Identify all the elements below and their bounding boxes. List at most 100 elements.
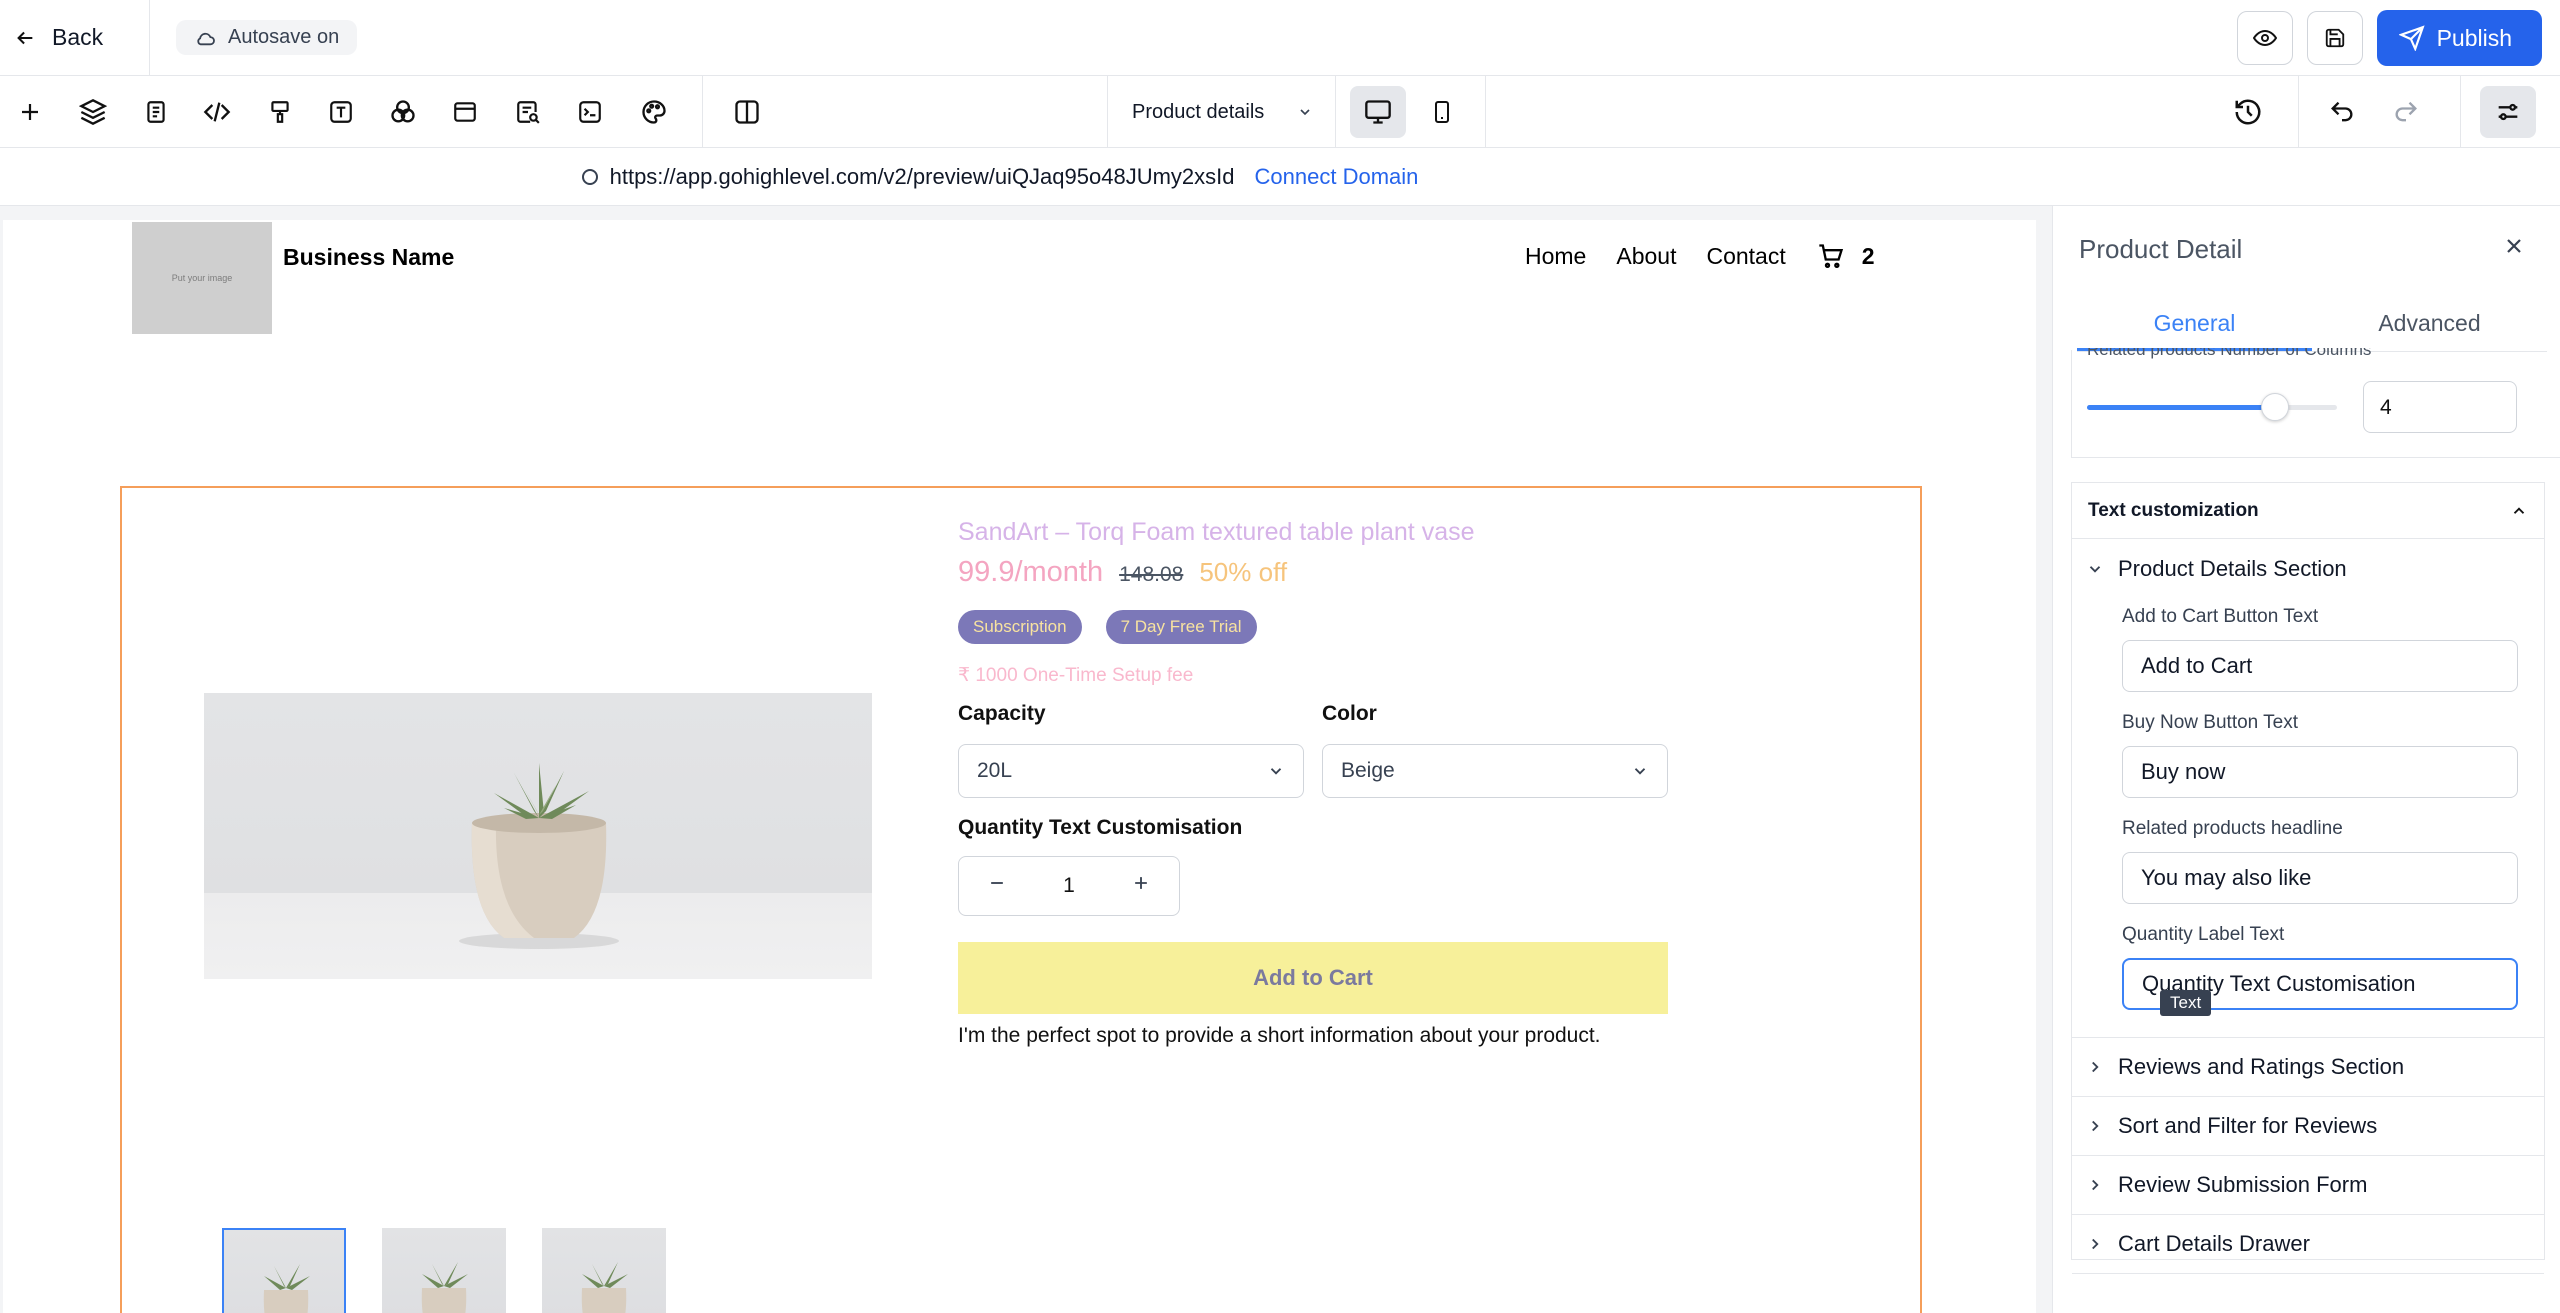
toolbar-divider <box>702 76 703 148</box>
forms-button[interactable] <box>510 94 546 130</box>
thumbnail-strip <box>222 1228 666 1313</box>
mobile-view-button[interactable] <box>1414 86 1470 138</box>
sliders-icon <box>2498 103 2518 121</box>
capacity-label: Capacity <box>958 702 1046 725</box>
shapes-button[interactable] <box>385 94 421 130</box>
product-detail-element[interactable]: SandArt – Torq Foam textured table plant… <box>120 486 1922 1313</box>
plant-vase-thumbnail <box>421 1262 468 1313</box>
product-description: I'm the perfect spot to provide a short … <box>958 1024 1601 1047</box>
panel-title: Product Detail <box>2079 234 2243 264</box>
chevron-down-icon <box>1270 768 1282 775</box>
terminal-button[interactable] <box>572 94 608 130</box>
canvas-scrollbar[interactable] <box>2038 206 2048 1313</box>
preview-button[interactable] <box>2236 11 2293 65</box>
text-icon <box>330 101 352 123</box>
color-select[interactable]: Beige <box>1322 744 1668 798</box>
related-headline-input[interactable]: You may also like <box>2122 852 2518 904</box>
related-columns-slider[interactable] <box>2087 393 2337 421</box>
related-columns-input[interactable]: 4 <box>2363 381 2517 433</box>
toolbar-divider <box>1335 76 1336 148</box>
minus-icon <box>991 882 1003 884</box>
back-button[interactable]: Back <box>0 0 150 76</box>
preview-url[interactable]: https://app.gohighlevel.com/v2/preview/u… <box>610 164 1235 190</box>
add-to-cart-button[interactable]: Add to Cart <box>958 942 1668 1014</box>
cart-link[interactable]: 2 <box>1816 242 1875 270</box>
product-details-section-toggle[interactable]: Product Details Section <box>2072 539 2544 598</box>
capacity-select[interactable]: 20L <box>958 744 1304 798</box>
tooltip: Text <box>2160 990 2212 1016</box>
send-icon <box>2398 25 2425 51</box>
shapes-icon <box>391 100 415 123</box>
page-select[interactable]: Product details <box>1110 76 1335 148</box>
connect-domain-link[interactable]: Connect Domain <box>1255 164 1419 190</box>
settings-panel-toggle[interactable] <box>2480 86 2536 138</box>
save-icon <box>2325 28 2344 48</box>
chevron-right-icon <box>2092 1238 2099 1250</box>
columns-button[interactable] <box>729 94 765 130</box>
settings-panel: Product Detail General Advanced Related … <box>2052 206 2560 1313</box>
discount-label: 50% off <box>1199 557 1288 587</box>
page-canvas: Put your image Business Name Home About … <box>3 220 2036 1313</box>
thumbnail-2[interactable] <box>382 1228 506 1313</box>
add-to-cart-text-input[interactable]: Add to Cart <box>2122 640 2518 692</box>
layout-button[interactable] <box>447 94 483 130</box>
layers-button[interactable] <box>75 94 111 130</box>
undo-button[interactable] <box>2324 94 2360 130</box>
review-form-section-toggle[interactable]: Review Submission Form <box>2072 1156 2544 1215</box>
subscription-badge: Subscription <box>958 610 1082 644</box>
text-button[interactable] <box>323 94 359 130</box>
quantity-value[interactable]: 1 <box>1063 874 1075 898</box>
nav-home[interactable]: Home <box>1525 243 1586 270</box>
add-element-button[interactable] <box>12 94 48 130</box>
desktop-view-button[interactable] <box>1350 86 1406 138</box>
toolbar-divider <box>2460 76 2461 148</box>
undo-icon <box>2331 101 2353 122</box>
quantity-decrement-button[interactable] <box>987 873 1007 899</box>
terminal-icon <box>579 101 601 123</box>
thumbnail-1[interactable] <box>222 1228 346 1313</box>
toolbar-divider <box>2298 76 2299 148</box>
layout-icon <box>454 102 476 122</box>
product-badges: Subscription 7 Day Free Trial <box>958 610 1257 644</box>
setup-fee: ₹ 1000 One-Time Setup fee <box>958 665 1194 686</box>
chevron-up-icon <box>2513 506 2525 514</box>
nav-about[interactable]: About <box>1616 243 1676 270</box>
field-label: Buy Now Button Text <box>2122 712 2299 733</box>
chevron-down-icon <box>1300 109 1310 116</box>
price-row: 99.9/month 148.08 50% off <box>958 556 1287 589</box>
styles-button[interactable] <box>262 94 298 130</box>
color-value: Beige <box>1341 759 1395 782</box>
publish-button[interactable]: Publish <box>2376 10 2542 66</box>
group-title: Reviews and Ratings Section <box>2118 1054 2405 1079</box>
sort-filter-section-toggle[interactable]: Sort and Filter for Reviews <box>2072 1097 2544 1156</box>
theme-button[interactable] <box>636 94 672 130</box>
tab-advanced[interactable]: Advanced <box>2312 296 2547 351</box>
quantity-increment-button[interactable] <box>1131 873 1151 899</box>
product-main-image[interactable] <box>204 693 872 979</box>
quantity-label: Quantity Text Customisation <box>958 816 1243 839</box>
nav-contact[interactable]: Contact <box>1706 243 1785 270</box>
plus-icon <box>1135 877 1147 889</box>
reviews-section-toggle[interactable]: Reviews and Ratings Section <box>2072 1038 2544 1097</box>
group-title: Product Details Section <box>2118 555 2347 581</box>
close-panel-button[interactable] <box>2502 234 2526 263</box>
group-title: Review Submission Form <box>2118 1172 2368 1197</box>
close-icon <box>2507 239 2521 253</box>
save-button[interactable] <box>2306 11 2363 65</box>
chevron-right-icon <box>2092 1120 2099 1132</box>
plant-vase-thumbnail <box>581 1262 628 1313</box>
thumbnail-3[interactable] <box>542 1228 666 1313</box>
text-customization-header[interactable]: Text customization <box>2072 483 2544 539</box>
buy-now-text-input[interactable]: Buy now <box>2122 746 2518 798</box>
pages-button[interactable] <box>138 94 174 130</box>
trial-badge: 7 Day Free Trial <box>1105 610 1257 644</box>
code-button[interactable] <box>199 94 235 130</box>
history-button[interactable] <box>2230 94 2266 130</box>
redo-button[interactable] <box>2388 94 2424 130</box>
cart-drawer-section-toggle[interactable]: Cart Details Drawer <box>2072 1215 2544 1274</box>
tab-general[interactable]: General <box>2077 296 2312 351</box>
logo-placeholder[interactable]: Put your image <box>132 222 272 334</box>
editor-toolbar: Product details <box>0 76 2560 148</box>
slider-handle[interactable] <box>2260 393 2289 421</box>
